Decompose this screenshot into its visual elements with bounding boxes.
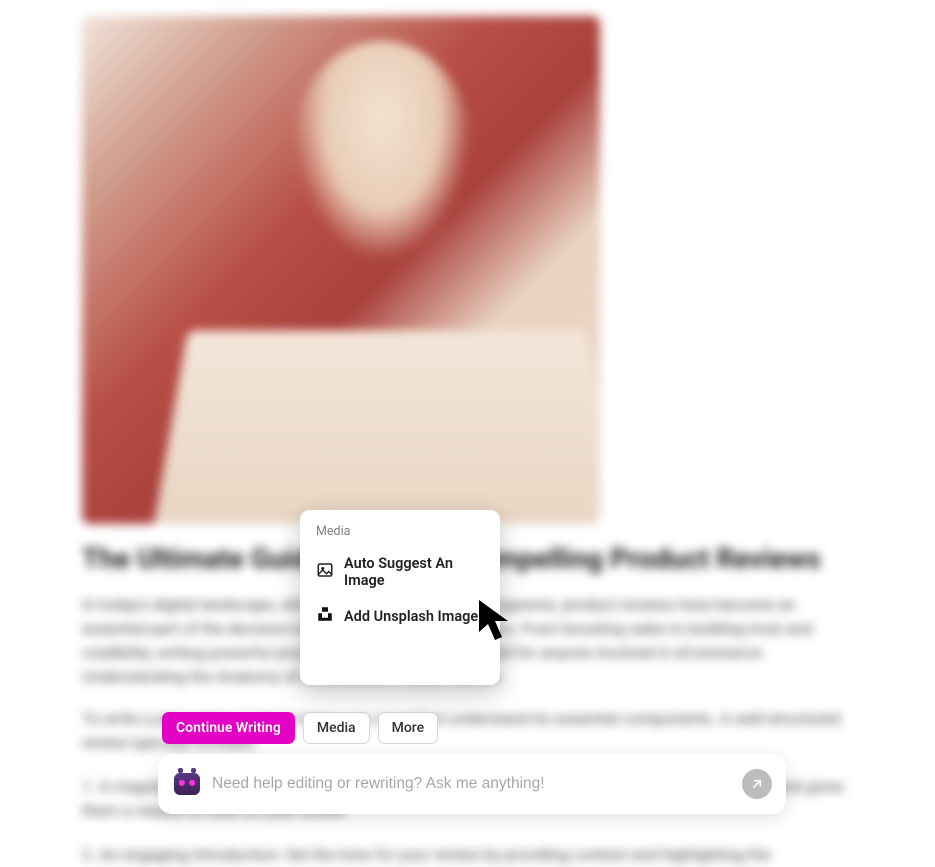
arrow-up-right-icon [749,776,765,792]
menu-item-label: Auto Suggest An Image [344,555,484,589]
button-label: Continue Writing [176,720,281,736]
media-popup: Media Auto Suggest An Image Add Unsplash… [300,510,500,685]
menu-item-label: Add Unsplash Image [344,608,478,625]
menu-item-add-unsplash-image[interactable]: Add Unsplash Image [300,597,500,635]
image-icon [316,561,334,583]
button-label: More [392,720,425,736]
assistant-avatar-icon [174,773,200,795]
editor-toolbar: Continue Writing Media More [162,712,438,744]
article-paragraph: 2. An engaging introduction: Set the ton… [82,843,862,867]
unsplash-icon [316,605,334,627]
media-button[interactable]: Media [303,712,370,744]
hero-image [82,16,600,524]
more-button[interactable]: More [378,712,439,744]
continue-writing-button[interactable]: Continue Writing [162,712,295,744]
media-popup-label: Media [300,524,500,547]
chat-input[interactable] [212,775,730,793]
send-button[interactable] [742,769,772,799]
button-label: Media [317,720,356,736]
chat-bar [158,754,786,814]
menu-item-auto-suggest-image[interactable]: Auto Suggest An Image [300,547,500,597]
